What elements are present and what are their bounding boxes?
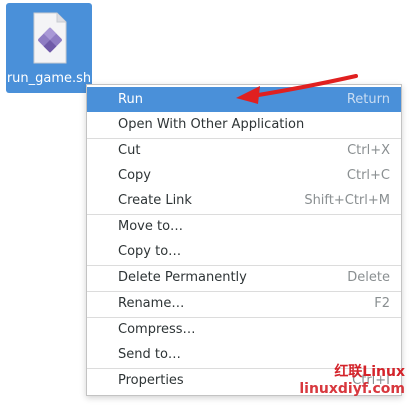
file-name-label: run_game.sh	[6, 71, 92, 86]
menu-item-compress[interactable]: Compress…	[87, 317, 401, 342]
menu-item-accelerator: Delete	[347, 270, 390, 285]
menu-item-label: Compress…	[118, 322, 196, 337]
watermark: 红联Linux linuxdiyf.com	[299, 364, 405, 398]
menu-item-label: Delete Permanently	[118, 270, 247, 285]
menu-item-run[interactable]: Run Return	[87, 87, 401, 112]
menu-item-label: Copy to…	[118, 244, 182, 259]
menu-item-accelerator: Return	[346, 92, 390, 107]
menu-item-label: Move to…	[118, 219, 184, 234]
menu-item-label: Properties	[118, 373, 184, 388]
menu-item-delete-permanently[interactable]: Delete Permanently Delete	[87, 265, 401, 290]
menu-item-accelerator: F2	[374, 296, 390, 311]
menu-item-create-link[interactable]: Create Link Shift+Ctrl+M	[87, 188, 401, 213]
script-file-icon	[33, 12, 67, 64]
watermark-brand: 红联Linux	[334, 364, 405, 380]
menu-item-open-with-other-application[interactable]: Open With Other Application	[87, 112, 401, 137]
menu-item-accelerator: Ctrl+X	[347, 143, 390, 158]
menu-item-label: Send to…	[118, 347, 181, 362]
menu-item-rename[interactable]: Rename… F2	[87, 291, 401, 316]
menu-item-label: Cut	[118, 143, 141, 158]
watermark-site: linuxdiyf.com	[299, 381, 405, 397]
menu-item-move-to[interactable]: Move to…	[87, 214, 401, 239]
menu-item-label: Create Link	[118, 193, 192, 208]
desktop-file-run-game[interactable]: run_game.sh	[6, 3, 92, 93]
menu-item-copy[interactable]: Copy Ctrl+C	[87, 163, 401, 188]
context-menu: Run Return Open With Other Application C…	[86, 84, 402, 396]
menu-item-cut[interactable]: Cut Ctrl+X	[87, 138, 401, 163]
menu-item-label: Rename…	[118, 296, 185, 311]
menu-item-label: Open With Other Application	[118, 117, 305, 132]
menu-item-accelerator: Shift+Ctrl+M	[304, 193, 390, 208]
menu-item-label: Run	[118, 92, 143, 107]
menu-item-label: Copy	[118, 168, 151, 183]
menu-item-copy-to[interactable]: Copy to…	[87, 239, 401, 264]
menu-item-accelerator: Ctrl+C	[346, 168, 390, 183]
